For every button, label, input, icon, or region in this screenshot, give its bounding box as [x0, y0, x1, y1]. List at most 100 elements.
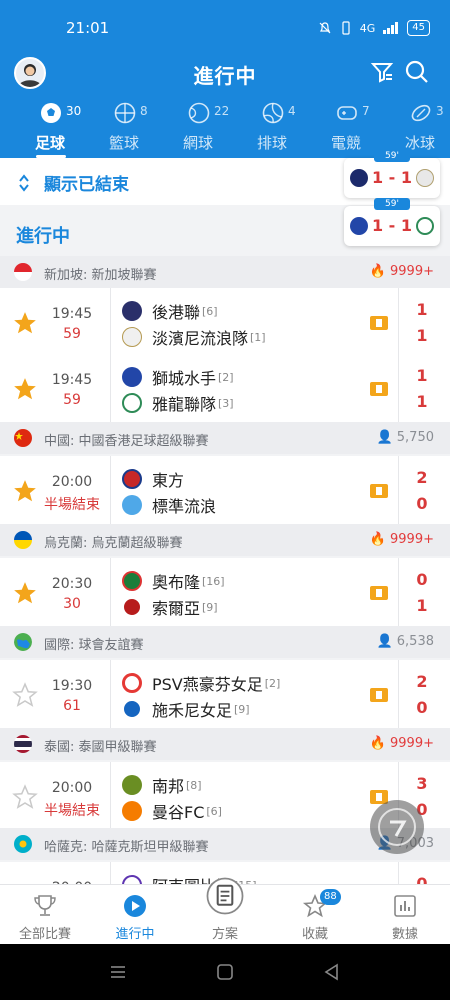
match-status: 59 [63, 392, 81, 408]
home-icon[interactable] [215, 962, 235, 982]
singapore-flag-icon [14, 263, 32, 281]
live-stream-icon[interactable] [370, 316, 388, 330]
team-name: 奧布隆 [152, 573, 201, 592]
favorite-star-outline-icon[interactable] [12, 784, 38, 810]
back-icon[interactable] [322, 962, 342, 982]
away-team: 標準流浪 [122, 494, 218, 516]
home-score: 2 [416, 672, 428, 691]
tab-volleyball[interactable]: 4 排球 [236, 100, 308, 158]
team-rank: [3] [218, 396, 234, 410]
divider [110, 288, 111, 360]
filter-icon[interactable] [370, 60, 394, 84]
match-status: 半場結束 [44, 803, 100, 819]
match-row[interactable]: 20:30 30 奧布隆 [16] 索爾亞 [9] 0 1 [0, 558, 450, 630]
nav-plans[interactable]: 方案 [180, 877, 270, 945]
hockey-icon [411, 104, 431, 122]
floating-assistant-button[interactable] [370, 800, 424, 854]
nav-label: 數據 [391, 927, 418, 942]
league-name: 新加坡: 新加坡聯賽 [44, 268, 157, 283]
team-rank: [6] [206, 804, 222, 818]
tab-label: 排球 [256, 134, 287, 152]
status-icons: 4G 45 [318, 20, 430, 36]
home-score: 2 [416, 468, 428, 487]
favorite-star-icon[interactable] [12, 478, 38, 504]
league-header[interactable]: 新加坡: 新加坡聯賽 🔥 9999+ [0, 256, 450, 288]
match-row[interactable]: 19:45 59 獅城水手 [2] 雅龍聯隊 [3] 1 1 [0, 354, 450, 426]
tab-basketball[interactable]: 8 籃球 [88, 100, 160, 158]
app-header: 21:01 4G 45 進行中 30 足球 8 籃球 22 網球 4 排球 7 … [0, 0, 450, 158]
league-header[interactable]: 烏克蘭: 烏克蘭超級聯賽 🔥 9999+ [0, 524, 450, 556]
team-crest-icon [122, 469, 142, 489]
nav-all-matches[interactable]: 全部比賽 [0, 885, 90, 945]
nav-favorites[interactable]: 88 收藏 [270, 885, 360, 945]
status-time: 21:01 [66, 19, 110, 37]
league-heat: 👤 5,750 [376, 430, 434, 445]
nav-live[interactable]: 進行中 [90, 885, 180, 945]
league-header[interactable]: 中國: 中國香港足球超級聯賽 👤 5,750 [0, 422, 450, 454]
live-stream-icon[interactable] [370, 484, 388, 498]
favorite-star-icon[interactable] [12, 580, 38, 606]
favorite-star-icon[interactable] [12, 310, 38, 336]
tab-count: 7 [362, 104, 370, 118]
match-time: 20:00 [51, 474, 93, 490]
league-name: 烏克蘭: 烏克蘭超級聯賽 [44, 536, 183, 551]
live-stream-icon[interactable] [370, 688, 388, 702]
heat-value: 5,750 [396, 430, 434, 445]
match-time: 19:30 [51, 678, 93, 694]
divider [398, 288, 399, 360]
tab-esports[interactable]: 7 電競 [310, 100, 382, 158]
gamepad-icon [337, 106, 357, 120]
floating-score-card[interactable]: 59' 1 - 1 [344, 198, 440, 246]
home-team: 獅城水手 [2] [122, 366, 234, 388]
match-time: 20:30 [51, 576, 93, 592]
volleyball-icon [262, 102, 284, 124]
league-header[interactable]: 國際: 球會友誼賽 👤 6,538 [0, 626, 450, 658]
tab-tennis[interactable]: 22 網球 [162, 100, 234, 158]
away-team: 索爾亞 [9] [122, 596, 218, 618]
show-ended-label: 顯示已結束 [44, 175, 129, 195]
match-status: 59 [63, 326, 81, 342]
away-team: 施禾尼女足 [9] [122, 698, 250, 720]
floating-score-card[interactable]: 59' 1 - 1 [344, 150, 440, 198]
league-name: 國際: 球會友誼賽 [44, 638, 144, 653]
team-crest-icon [122, 327, 142, 347]
trophy-icon [34, 895, 56, 916]
team-crest-icon [122, 673, 142, 693]
match-row[interactable]: 20:00 半場結束 東方 標準流浪 2 0 [0, 456, 450, 528]
tab-count: 30 [66, 104, 82, 118]
team-rank: [8] [186, 778, 202, 792]
search-icon[interactable] [404, 59, 430, 85]
float-minute: 59' [374, 150, 410, 162]
title-bar: 進行中 [0, 56, 450, 92]
team-name: 曼谷FC [152, 803, 205, 822]
team-rank: [1] [250, 330, 266, 344]
tab-soccer[interactable]: 30 足球 [14, 100, 86, 158]
team-name: 標準流浪 [152, 497, 217, 516]
signal-icon [383, 22, 399, 34]
match-time: 19:45 [51, 306, 93, 322]
league-header[interactable]: 泰國: 泰國甲級聯賽 🔥 9999+ [0, 728, 450, 760]
show-ended-toggle[interactable]: 顯示已結束 [18, 170, 129, 195]
match-row[interactable]: 19:45 59 後港聯 [6] 淡濱尼流浪隊 [1] 1 1 [0, 288, 450, 360]
match-row[interactable]: 19:30 61 PSV燕豪芬女足 [2] 施禾尼女足 [9] 2 0 [0, 660, 450, 732]
tab-label: 網球 [182, 134, 213, 152]
battery-icon: 45 [407, 20, 430, 36]
favorite-star-icon[interactable] [12, 376, 38, 402]
team-name: 獅城水手 [152, 369, 217, 388]
divider [398, 456, 399, 528]
match-status: 61 [63, 698, 81, 714]
divider [398, 354, 399, 426]
favorite-star-outline-icon[interactable] [12, 682, 38, 708]
divider [398, 558, 399, 630]
heat-value: 9999+ [390, 264, 434, 279]
league-heat: 🔥 9999+ [369, 532, 434, 547]
live-stream-icon[interactable] [370, 382, 388, 396]
away-team: 淡濱尼流浪隊 [1] [122, 326, 266, 348]
live-stream-icon[interactable] [370, 586, 388, 600]
league-name: 泰國: 泰國甲級聯賽 [44, 740, 157, 755]
nav-label: 方案 [211, 927, 238, 942]
nav-data[interactable]: 數據 [360, 885, 450, 945]
heat-value: 9999+ [390, 532, 434, 547]
recents-icon[interactable] [108, 962, 128, 982]
team-name: 南邦 [152, 777, 185, 796]
